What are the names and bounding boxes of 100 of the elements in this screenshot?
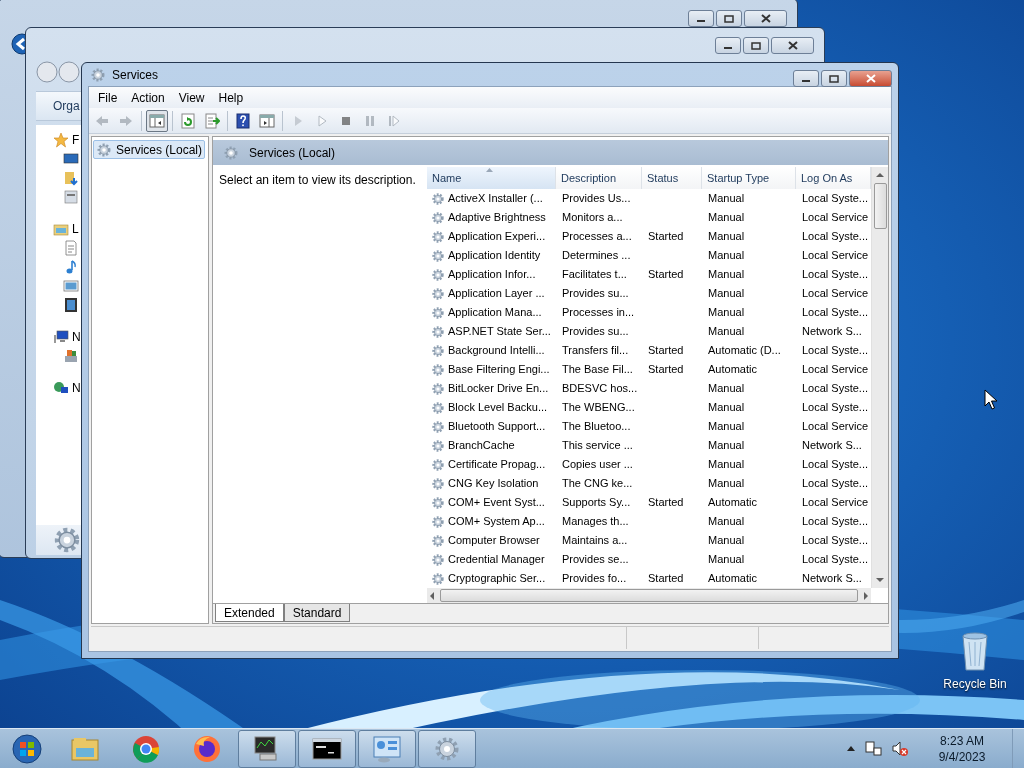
table-cell[interactable]: Application Experi... [448,228,546,245]
table-cell[interactable]: Local Syste... [802,190,869,207]
tree-button[interactable] [146,109,168,132]
table-cell[interactable]: Automatic [708,570,757,587]
table-cell[interactable]: Certificate Propag... [448,456,546,473]
table-cell[interactable]: Network S... [802,437,862,454]
minimize-button[interactable] [715,37,741,54]
table-cell[interactable]: ASP.NET State Ser... [448,323,551,340]
table-cell[interactable]: Manual [708,418,745,435]
maximize-button[interactable] [743,37,769,54]
table-cell[interactable]: Started [648,361,684,378]
table-cell[interactable]: Local Service [802,361,869,378]
table-cell[interactable]: ActiveX Installer (... [448,190,543,207]
column-header[interactable]: Startup Type [702,167,796,189]
table-cell[interactable]: Manual [708,266,745,283]
table-cell[interactable]: The CNG ke... [562,475,633,492]
scroll-thumb[interactable] [440,589,858,602]
tree-item[interactable]: Services (Local) [93,140,206,159]
close-button[interactable] [771,37,814,54]
table-cell[interactable]: Manual [708,551,745,568]
table-cell[interactable]: Network S... [802,570,862,587]
table-cell[interactable]: COM+ System Ap... [448,513,545,530]
table-cell[interactable]: BranchCache [448,437,515,454]
table-cell[interactable]: Manual [708,456,745,473]
nav-item-label[interactable]: L [72,219,79,238]
close-button[interactable] [744,10,787,27]
table-cell[interactable]: Facilitates t... [562,266,627,283]
table-cell[interactable]: Local Service [802,209,869,226]
table-cell[interactable]: Local Syste... [802,456,869,473]
table-cell[interactable]: Copies user ... [562,456,633,473]
table-cell[interactable]: Started [648,228,684,245]
scroll-down-icon[interactable] [876,578,884,582]
table-cell[interactable]: Manual [708,285,745,302]
table-cell[interactable]: Base Filtering Engi... [448,361,550,378]
table-cell[interactable]: Started [648,266,684,283]
table-cell[interactable]: Local Syste... [802,304,869,321]
scroll-left-icon[interactable] [430,591,434,600]
recent-icon[interactable] [63,188,79,205]
table-cell[interactable]: Computer Browser [448,532,540,549]
horizontal-scrollbar[interactable] [427,588,871,603]
cmd-taskbar-button[interactable] [298,729,356,768]
table-cell[interactable]: Manual [708,209,745,226]
table-cell[interactable]: Provides fo... [562,570,627,587]
table-cell[interactable]: Automatic (D... [708,342,781,359]
table-cell[interactable]: Manages th... [562,513,629,530]
table-cell[interactable]: Local Service [802,285,869,302]
column-header[interactable]: Log On As [796,167,871,189]
table-cell[interactable]: Started [648,494,684,511]
star-icon[interactable] [53,131,69,148]
table-cell[interactable]: Application Mana... [448,304,542,321]
table-cell[interactable]: Provides su... [562,323,629,340]
vertical-scrollbar[interactable] [871,167,888,588]
scroll-up-icon[interactable] [876,173,884,177]
view-tab[interactable]: Standard [283,604,351,622]
video-icon[interactable] [63,296,79,313]
minimize-button[interactable] [793,70,819,87]
organize-menu[interactable]: Orga [53,97,80,115]
table-cell[interactable]: Processes in... [562,304,635,321]
table-cell[interactable]: Local Syste... [802,266,869,283]
view-tab[interactable]: Extended [215,604,284,622]
network-icon[interactable] [53,379,69,396]
table-cell[interactable]: Local Syste... [802,228,869,245]
table-cell[interactable]: Manual [708,437,745,454]
table-cell[interactable]: Cryptographic Ser... [448,570,546,587]
table-cell[interactable]: Local Syste... [802,399,869,416]
table-cell[interactable]: Manual [708,475,745,492]
table-cell[interactable]: Manual [708,399,745,416]
table-cell[interactable]: The Base Fil... [562,361,633,378]
table-cell[interactable]: Provides su... [562,285,629,302]
table-cell[interactable]: This service ... [562,437,633,454]
table-cell[interactable]: Local Syste... [802,380,869,397]
table-cell[interactable]: Application Infor... [448,266,536,283]
desktop-icon[interactable] [63,150,79,167]
downloads-icon[interactable] [63,169,79,186]
table-cell[interactable]: Local Service [802,418,869,435]
monitor-taskbar-button[interactable] [238,729,296,768]
table-cell[interactable]: Manual [708,304,745,321]
table-cell[interactable]: Local Syste... [802,475,869,492]
table-cell[interactable]: The WBENG... [562,399,635,416]
maximize-button[interactable] [821,70,847,87]
desktop-icon-label[interactable]: Recycle Bin [941,675,1009,693]
table-cell[interactable]: Local Syste... [802,513,869,530]
table-cell[interactable]: Processes a... [562,228,632,245]
minimize-button[interactable] [688,10,714,27]
table-cell[interactable]: CNG Key Isolation [448,475,539,492]
table-cell[interactable]: Application Layer ... [448,285,545,302]
table-cell[interactable]: Background Intelli... [448,342,545,359]
menu-item[interactable]: File [91,88,125,107]
maximize-button[interactable] [716,10,742,27]
table-cell[interactable]: Local Syste... [802,532,869,549]
computer-icon[interactable] [53,328,69,345]
table-cell[interactable]: Manual [708,532,745,549]
menu-item[interactable]: Help [211,88,251,107]
table-cell[interactable]: Started [648,342,684,359]
nav-item-label[interactable]: F [72,130,80,149]
table-cell[interactable]: Manual [708,513,745,530]
table-cell[interactable]: BitLocker Drive En... [448,380,549,397]
table-cell[interactable]: BDESVC hos... [562,380,638,397]
table-cell[interactable]: Provides Us... [562,190,631,207]
menu-item[interactable]: View [171,88,212,107]
